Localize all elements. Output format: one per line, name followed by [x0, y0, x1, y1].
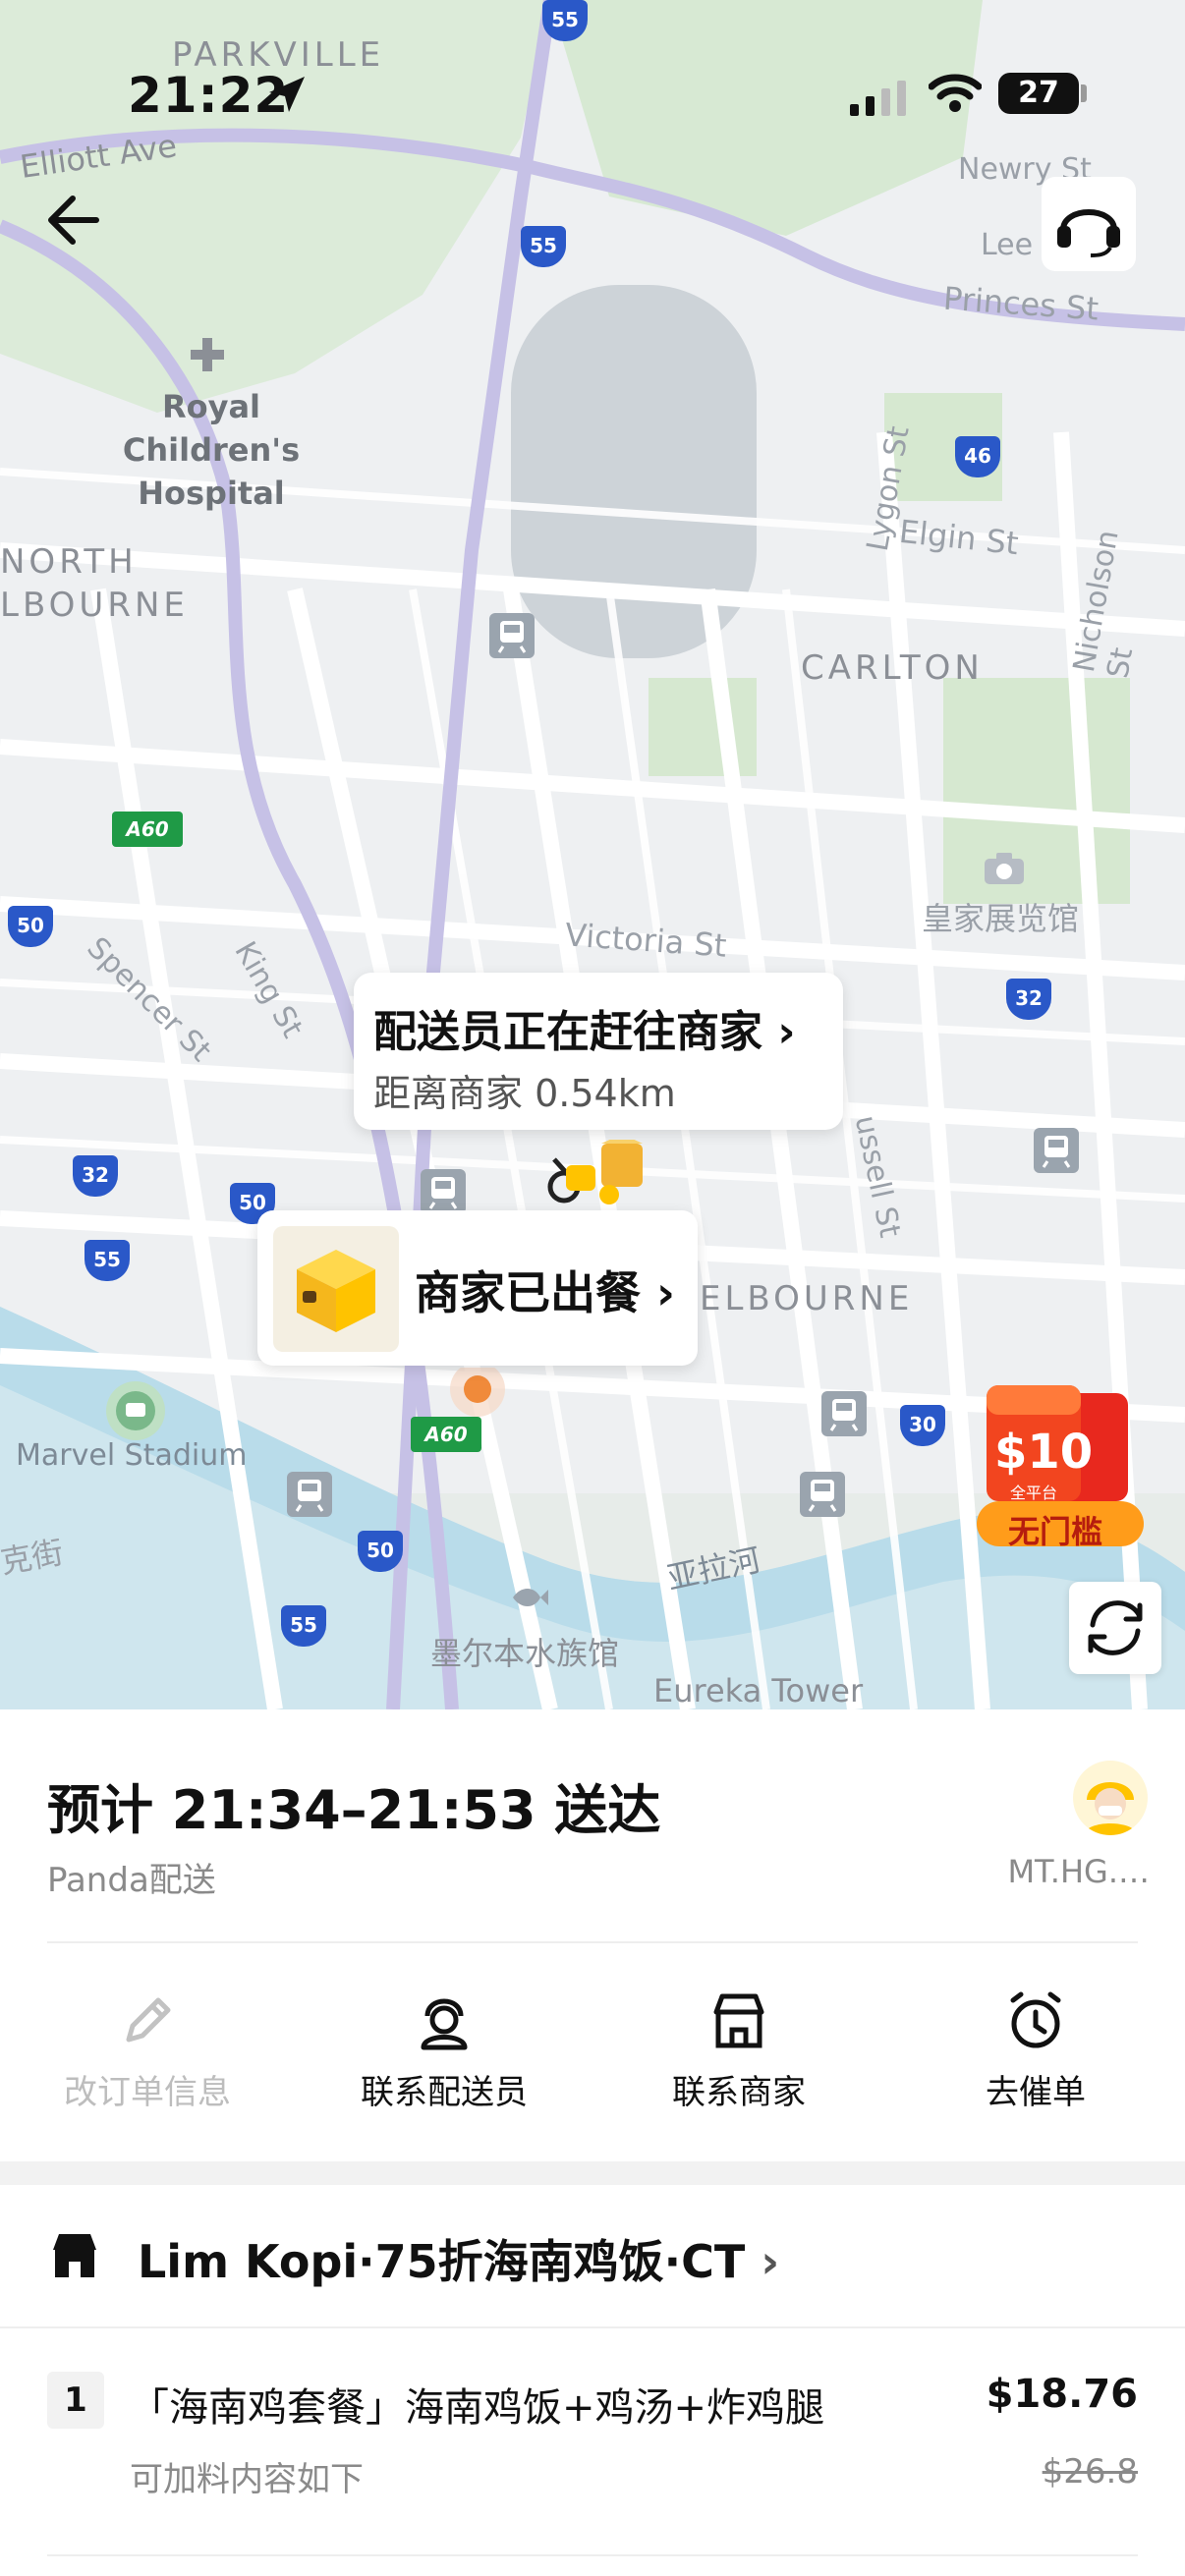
refresh-map-button[interactable]	[1069, 1582, 1161, 1674]
rider-name: MT.HG.…	[1007, 1853, 1150, 1890]
route-badge-55: 55	[281, 1605, 326, 1647]
order-detail-section: Lim Kopi·75折海南鸡饭·CT › 1 「海南鸡套餐」海南鸡饭+鸡汤+炸…	[0, 2185, 1185, 2576]
map-label-north-1: NORTH	[0, 542, 138, 582]
item-name: 「海南鸡套餐」海南鸡饭+鸡汤+炸鸡腿	[130, 2385, 825, 2431]
location-arrow-icon	[269, 77, 305, 112]
rider-status-bubble[interactable]: 配送员正在赶往商家 › 距离商家 0.54km	[354, 973, 843, 1130]
food-box-icon	[297, 1250, 375, 1332]
contact-rider-label: 联系配送员	[361, 2073, 528, 2112]
coupon-label: 无门槛	[1008, 1513, 1103, 1550]
map-label-exhibition: 皇家展览馆	[922, 900, 1080, 937]
merchant-status-text: 商家已出餐 ›	[415, 1266, 675, 1319]
rider-avatar-icon	[1083, 1782, 1138, 1835]
train-station-icon	[287, 1472, 332, 1517]
route-badge-55: 55	[542, 0, 588, 41]
route-badge-30: 30	[900, 1405, 945, 1446]
panel-divider	[47, 1941, 1138, 1943]
train-station-icon	[821, 1391, 867, 1436]
route-badge-50: 50	[358, 1531, 403, 1572]
rider-icon	[421, 1998, 468, 2050]
rider-distance-text: 距离商家 0.54km	[373, 1072, 676, 1115]
refresh-icon	[1088, 1600, 1143, 1655]
map-label-aquarium: 墨尔本水族馆	[430, 1635, 620, 1672]
train-station-icon	[489, 613, 535, 658]
contact-merchant-label: 联系商家	[672, 2073, 806, 2112]
map-label-lee: Lee	[981, 228, 1034, 262]
edit-icon	[126, 1997, 171, 2043]
urge-order-button[interactable]: 去催单	[908, 1987, 1163, 2114]
eta-text: 预计 21:34–21:53 送达	[47, 1779, 661, 1841]
route-badge-55: 55	[85, 1240, 130, 1281]
item-divider	[47, 2554, 1138, 2556]
map-view[interactable]: PARKVILLE Elliott Ave Newry St Lee Princ…	[0, 0, 1185, 1709]
battery-indicator: 27	[998, 73, 1079, 114]
headset-icon	[1057, 209, 1120, 257]
coupon-scope: 全平台	[1010, 1484, 1058, 1502]
back-arrow-icon	[48, 196, 99, 245]
store-name: Lim Kopi·75折海南鸡饭·CT ›	[138, 2235, 780, 2288]
back-button[interactable]	[39, 177, 126, 263]
customer-service-button[interactable]	[1042, 177, 1136, 271]
cellular-signal-icon	[850, 81, 906, 116]
route-badge-50: 50	[8, 906, 53, 947]
route-badge-a60: A60	[112, 812, 183, 847]
alarm-icon	[1010, 1991, 1061, 2048]
map-label-eureka: Eureka Tower	[653, 1672, 864, 1709]
rider-status-text: 配送员正在赶往商家 ›	[373, 1007, 796, 1057]
battery-cap	[1081, 84, 1087, 102]
map-label-hospital: Royal Children's Hospital	[122, 388, 301, 512]
train-station-icon	[1034, 1128, 1079, 1173]
camera-icon	[985, 853, 1024, 884]
rider-scooter-icon	[547, 1140, 643, 1204]
item-addon-note: 可加料内容如下	[130, 2460, 364, 2499]
chevron-right-icon: ›	[777, 1007, 796, 1057]
edit-order-info-label: 改订单信息	[64, 2073, 231, 2112]
coupon-floating-badge[interactable]: $10 全平台 无门槛	[973, 1385, 1150, 1562]
map-label-melbourne: ELBOURNE	[700, 1279, 914, 1318]
wifi-icon	[929, 74, 982, 112]
route-badge-32: 32	[1006, 979, 1051, 1020]
aquarium-icon	[513, 1589, 548, 1606]
contact-rider-button[interactable]: 联系配送员	[316, 1987, 572, 2114]
delivery-carrier: Panda配送	[47, 1861, 216, 1900]
store-icon	[53, 2234, 96, 2277]
train-station-icon	[800, 1472, 845, 1517]
map-label-carlton: CARLTON	[801, 648, 984, 688]
merchant-status-card[interactable]: 商家已出餐 ›	[257, 1210, 698, 1366]
route-badge-46: 46	[955, 436, 1000, 477]
route-badge-55: 55	[521, 226, 566, 267]
train-station-icon	[421, 1169, 466, 1214]
rider-avatar[interactable]	[1073, 1761, 1148, 1835]
store-row[interactable]: Lim Kopi·75折海南鸡饭·CT ›	[0, 2185, 1185, 2326]
urge-order-label: 去催单	[986, 2073, 1086, 2112]
store-icon	[713, 1993, 764, 2048]
coupon-amount: $10	[994, 1425, 1094, 1480]
item-quantity: 1	[47, 2372, 104, 2429]
route-badge-32: 32	[73, 1155, 118, 1197]
chevron-right-icon: ›	[656, 1266, 675, 1319]
chevron-right-icon: ›	[761, 2235, 780, 2288]
map-label-north-2: LBOURNE	[0, 586, 189, 625]
contact-merchant-button[interactable]: 联系商家	[611, 1987, 867, 2114]
item-original-price: $26.8	[1042, 2452, 1138, 2492]
map-label-marvel-stadium: Marvel Stadium	[16, 1438, 248, 1473]
stadium-icon	[106, 1381, 165, 1440]
merchant-location-pin	[450, 1368, 505, 1417]
hospital-icon	[191, 338, 224, 371]
delivery-info-panel: 预计 21:34–21:53 送达 Panda配送 MT.HG.… 改订单信息 …	[0, 1709, 1185, 2161]
item-price: $18.76	[986, 2372, 1138, 2417]
merchant-box-thumb	[273, 1226, 399, 1352]
status-bar: 21:22 27	[0, 59, 1185, 138]
edit-order-info-button[interactable]: 改订单信息	[20, 1987, 275, 2114]
store-divider	[0, 2326, 1185, 2328]
